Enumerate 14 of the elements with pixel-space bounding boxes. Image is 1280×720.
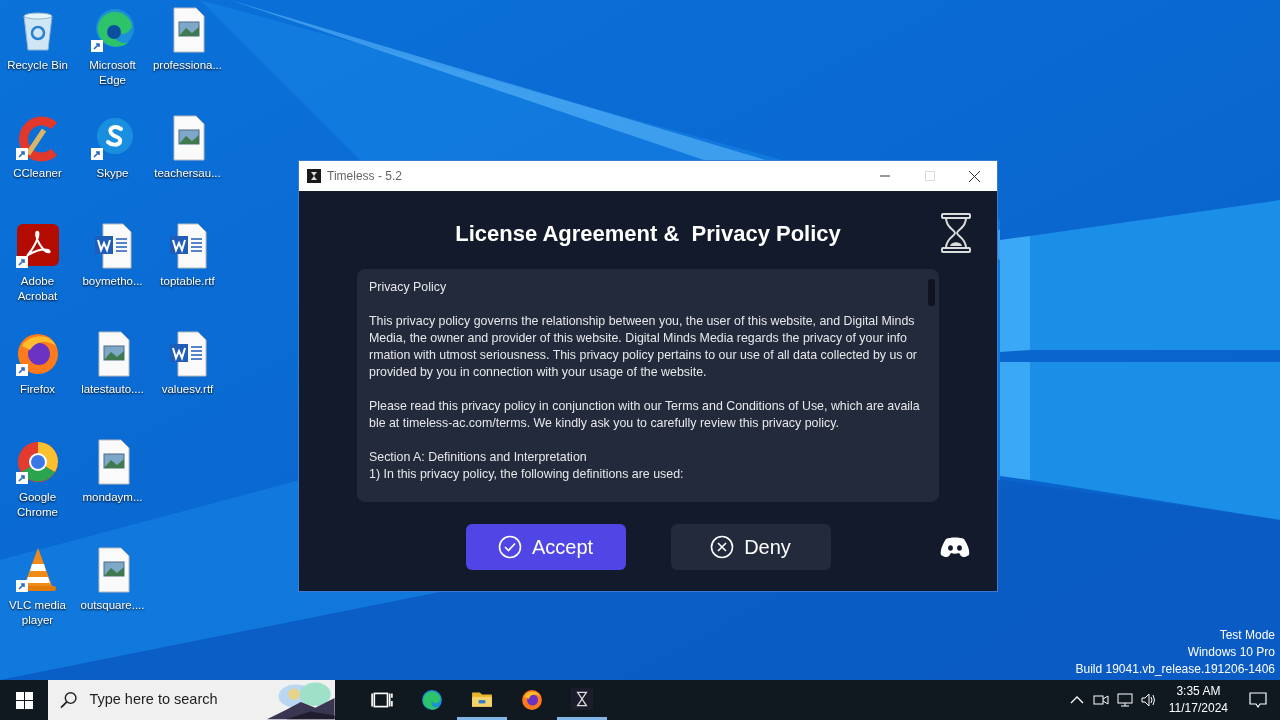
camera-icon[interactable] [1092,692,1109,708]
firefox-icon [521,689,543,711]
chevron-up-icon[interactable] [1069,696,1084,704]
notification-icon [1249,691,1267,709]
clock-date[interactable]: 11/17/2024 [1168,700,1228,717]
search-field[interactable]: Type here to search [87,688,258,712]
windows-logo-icon [15,691,33,709]
volume-icon[interactable] [1140,692,1157,708]
clock-time[interactable]: 3:35 AM [1168,683,1228,700]
browser-icon [421,689,443,711]
search-bar[interactable]: Type here to search [48,680,335,720]
network-icon[interactable] [1116,692,1133,708]
hourglass-icon [571,687,593,710]
search-icon [60,691,78,709]
